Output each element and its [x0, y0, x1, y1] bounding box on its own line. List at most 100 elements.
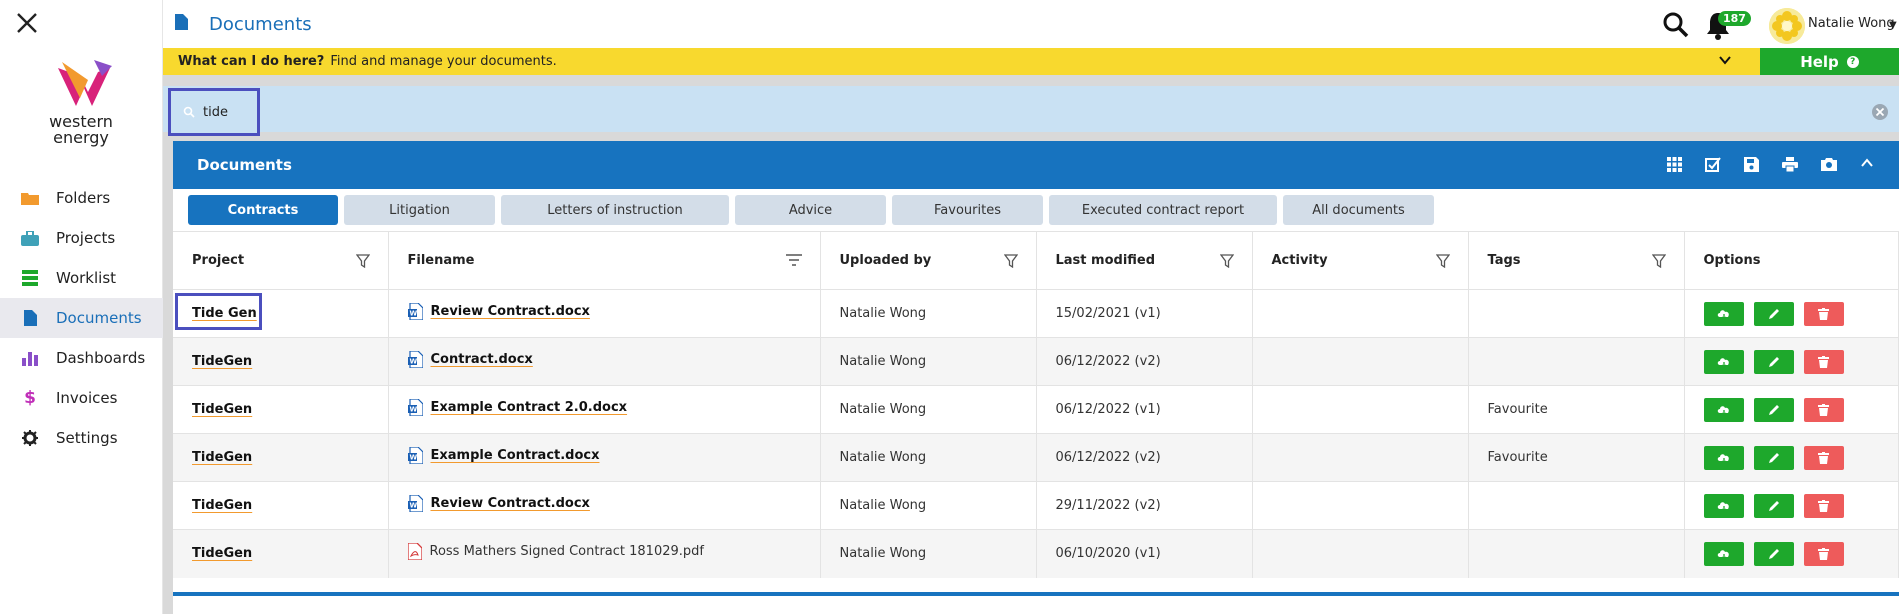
file-link[interactable]: W Review Contract.docx [407, 303, 590, 320]
download-button[interactable] [1703, 445, 1744, 470]
filter-icon[interactable] [355, 254, 370, 268]
svg-text:W: W [409, 358, 417, 366]
file-link[interactable]: W Example Contract.docx [407, 447, 600, 464]
cell-filename: W Contract.docx [388, 337, 821, 386]
sidebar-item-worklist[interactable]: Worklist [0, 258, 163, 298]
user-name[interactable]: Natalie Wong [1808, 16, 1895, 31]
delete-button[interactable] [1803, 301, 1844, 326]
column-header-last-modified[interactable]: Last modified [1036, 231, 1253, 290]
column-header-filename[interactable]: Filename [388, 231, 821, 290]
trash-icon [1818, 307, 1829, 320]
edit-button[interactable] [1753, 541, 1794, 566]
tab-letters-of-instruction[interactable]: Letters of instruction [501, 195, 729, 225]
grid-icon[interactable] [1667, 157, 1682, 172]
pencil-icon [1768, 356, 1779, 367]
filter-icon[interactable] [1435, 254, 1450, 268]
tab-favourites[interactable]: Favourites [892, 195, 1043, 225]
edit-button[interactable] [1753, 301, 1794, 326]
search-icon[interactable] [1663, 12, 1689, 38]
cell-options [1684, 289, 1899, 338]
table-row[interactable]: TideGen W Contract.docx Natalie Wong 06/12/2… [173, 337, 1899, 386]
column-label: Last modified [1055, 253, 1156, 268]
project-link[interactable]: TideGen [192, 354, 252, 369]
tab-contracts[interactable]: Contracts [188, 195, 338, 225]
chevron-down-icon[interactable]: ▼ [1889, 20, 1897, 31]
file-link[interactable]: Ross Mathers Signed Contract 181029.pdf [407, 543, 704, 561]
file-name[interactable]: Contract.docx [431, 352, 533, 367]
close-icon[interactable] [14, 10, 40, 36]
camera-icon[interactable] [1821, 157, 1837, 171]
download-button[interactable] [1703, 397, 1744, 422]
filter-icon[interactable] [1651, 254, 1666, 268]
column-header-project[interactable]: Project [173, 231, 389, 290]
print-icon[interactable] [1782, 157, 1798, 172]
filter-icon[interactable] [1219, 254, 1234, 268]
column-header-uploaded-by[interactable]: Uploaded by [820, 231, 1037, 290]
pencil-icon [1768, 404, 1779, 415]
delete-button[interactable] [1803, 493, 1844, 518]
question-icon: ? [1846, 55, 1859, 68]
tab-advice[interactable]: Advice [735, 195, 886, 225]
project-link[interactable]: TideGen [192, 402, 252, 417]
edit-button[interactable] [1753, 445, 1794, 470]
sidebar-item-settings[interactable]: Settings [0, 418, 163, 458]
save-icon[interactable] [1744, 157, 1759, 172]
pencil-icon [1768, 452, 1779, 463]
help-button[interactable]: Help ? [1760, 48, 1899, 75]
chevron-up-icon[interactable] [1860, 157, 1874, 169]
avatar[interactable] [1769, 8, 1805, 44]
edit-check-icon[interactable] [1705, 157, 1721, 172]
table-row[interactable]: Tide Gen W Review Contract.docx Natalie Won… [173, 289, 1899, 338]
sidebar-item-projects[interactable]: Projects [0, 218, 163, 258]
delete-button[interactable] [1803, 349, 1844, 374]
clear-search-icon[interactable] [1871, 103, 1889, 121]
search-input[interactable]: tide [168, 88, 260, 136]
tab-all-documents[interactable]: All documents [1283, 195, 1434, 225]
table-row[interactable]: TideGen W Example Contract 2.0.docx Natalie… [173, 385, 1899, 434]
sidebar-item-documents[interactable]: Documents [0, 298, 163, 338]
column-header-tags[interactable]: Tags [1468, 231, 1685, 290]
download-button[interactable] [1703, 301, 1744, 326]
project-link[interactable]: TideGen [192, 450, 252, 465]
dollar-icon: $ [24, 388, 36, 408]
delete-button[interactable] [1803, 445, 1844, 470]
cell-filename: W Example Contract 2.0.docx [388, 385, 821, 434]
sort-lines-icon[interactable] [785, 254, 802, 266]
sidebar-item-dashboards[interactable]: Dashboards [0, 338, 163, 378]
download-button[interactable] [1703, 493, 1744, 518]
file-link[interactable]: W Contract.docx [407, 351, 533, 368]
sidebar-item-invoices[interactable]: $ Invoices [0, 378, 163, 418]
edit-button[interactable] [1753, 493, 1794, 518]
file-link[interactable]: W Review Contract.docx [407, 495, 590, 512]
tab-litigation[interactable]: Litigation [344, 195, 495, 225]
chevron-down-icon[interactable] [1718, 53, 1732, 67]
download-button[interactable] [1703, 349, 1744, 374]
file-name[interactable]: Review Contract.docx [431, 304, 590, 319]
delete-button[interactable] [1803, 397, 1844, 422]
project-link[interactable]: TideGen [192, 498, 252, 513]
cell-filename: Ross Mathers Signed Contract 181029.pdf [388, 529, 821, 578]
filter-icon[interactable] [1003, 254, 1018, 268]
file-name[interactable]: Example Contract 2.0.docx [431, 400, 628, 415]
tab-executed-contract-report[interactable]: Executed contract report [1049, 195, 1277, 225]
sidebar-item-folders[interactable]: Folders [0, 178, 163, 218]
file-name[interactable]: Review Contract.docx [431, 496, 590, 511]
file-name[interactable]: Ross Mathers Signed Contract 181029.pdf [430, 544, 704, 559]
table-row[interactable]: TideGen W Review Contract.docx Natalie Wong… [173, 481, 1899, 530]
file-link[interactable]: W Example Contract 2.0.docx [407, 399, 628, 416]
cell-uploaded-by: Natalie Wong [820, 481, 1037, 530]
cell-tags: Favourite [1468, 433, 1685, 482]
table-row[interactable]: TideGen Ross Mathers Signed Contract 1810… [173, 529, 1899, 578]
edit-button[interactable] [1753, 349, 1794, 374]
download-cloud-icon [1717, 549, 1729, 560]
delete-button[interactable] [1803, 541, 1844, 566]
download-button[interactable] [1703, 541, 1744, 566]
download-cloud-icon [1717, 357, 1729, 368]
edit-button[interactable] [1753, 397, 1794, 422]
cell-last-modified: 06/12/2022 (v1) [1036, 385, 1253, 434]
project-link[interactable]: TideGen [192, 546, 252, 561]
file-name[interactable]: Example Contract.docx [431, 448, 600, 463]
column-header-activity[interactable]: Activity [1252, 231, 1469, 290]
table-row[interactable]: TideGen W Example Contract.docx Natalie Won… [173, 433, 1899, 482]
pencil-icon [1768, 500, 1779, 511]
